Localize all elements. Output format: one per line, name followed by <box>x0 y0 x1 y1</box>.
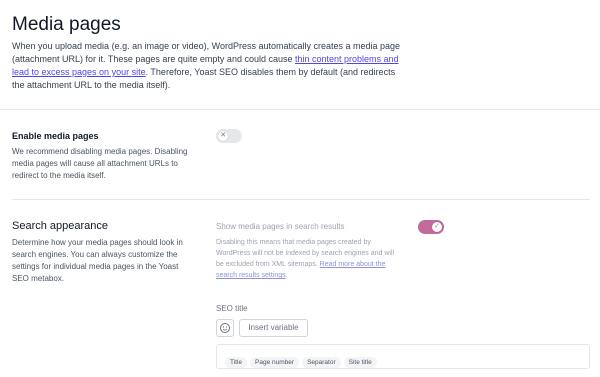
smiley-icon <box>220 323 230 333</box>
variable-pill-title[interactable]: Title <box>225 357 248 368</box>
enable-media-pages-description: We recommend disabling media pages. Disa… <box>12 147 188 180</box>
check-icon: ✓ <box>432 222 442 232</box>
show-in-search-label: Show media pages in search results <box>216 222 345 231</box>
variable-pill-site-title[interactable]: Site title <box>343 357 377 368</box>
x-icon: ✕ <box>218 131 228 141</box>
enable-media-pages-toggle[interactable]: ✕ <box>216 129 242 143</box>
header-divider <box>0 109 600 110</box>
search-appearance-heading: Search appearance <box>12 220 109 232</box>
insert-variable-button[interactable]: Insert variable <box>239 319 308 337</box>
search-appearance-description: Determine how your media pages should lo… <box>12 238 183 283</box>
intro-text: When you upload media (e.g. an image or … <box>12 40 407 92</box>
seo-title-field[interactable]: Title Page number Separator Site title <box>216 344 590 369</box>
emoji-button[interactable] <box>216 319 234 337</box>
page-title: Media pages <box>12 14 121 35</box>
show-in-search-help-period: . <box>285 272 288 279</box>
variable-pill-separator[interactable]: Separator <box>302 357 341 368</box>
seo-title-label: SEO title <box>216 304 248 313</box>
show-in-search-toggle[interactable]: ✓ <box>418 220 444 234</box>
section-divider <box>12 199 590 200</box>
enable-media-pages-heading: Enable media pages <box>12 131 99 141</box>
variable-pill-page-number[interactable]: Page number <box>250 357 300 368</box>
show-in-search-help: Disabling this means that media pages cr… <box>216 237 401 281</box>
